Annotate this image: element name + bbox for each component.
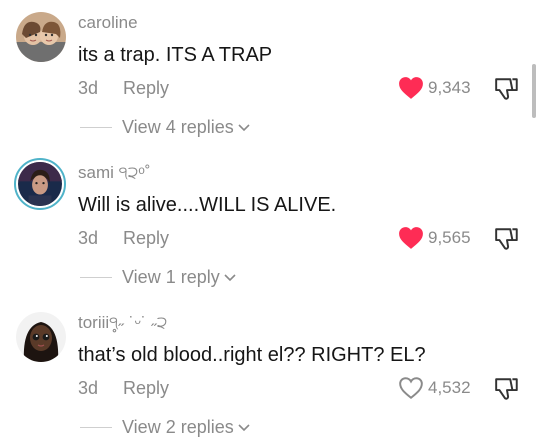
- heart-outline-icon: [399, 377, 423, 399]
- like-button[interactable]: 4,532: [398, 375, 486, 401]
- view-replies-button[interactable]: View 4 replies: [122, 117, 250, 138]
- comment-timestamp: 3d: [78, 78, 99, 98]
- reply-button[interactable]: Reply: [123, 228, 169, 249]
- view-replies-button[interactable]: View 1 reply: [122, 267, 236, 288]
- thumbs-down-icon: [495, 378, 518, 400]
- reply-button[interactable]: Reply: [123, 78, 169, 99]
- avatar[interactable]: [14, 158, 66, 210]
- dislike-button[interactable]: [494, 76, 520, 102]
- dislike-button[interactable]: [494, 226, 520, 252]
- like-count: 4,532: [428, 378, 471, 397]
- comment-text: that’s old blood..right el?? RIGHT? EL?: [78, 344, 426, 366]
- profile-photo-icon: [16, 12, 66, 62]
- chevron-down-icon: [224, 273, 236, 281]
- profile-photo-icon: [16, 312, 66, 362]
- divider: [80, 277, 112, 278]
- thumbs-down-icon: [495, 228, 518, 250]
- heart-filled-icon: [399, 77, 423, 99]
- profile-photo-icon: [18, 162, 62, 206]
- chevron-down-icon: [238, 423, 250, 431]
- view-replies-button[interactable]: View 2 replies: [122, 417, 250, 438]
- like-button[interactable]: 9,565: [398, 225, 486, 251]
- comment-timestamp: 3d: [78, 228, 99, 248]
- avatar[interactable]: [16, 12, 66, 62]
- comment-text: its a trap. ITS A TRAP: [78, 44, 273, 66]
- comment-timestamp: 3d: [78, 378, 99, 398]
- comment-username[interactable]: sami ੧੨ᵒ˚: [78, 163, 151, 183]
- view-replies-label: View 4 replies: [122, 117, 234, 137]
- view-replies-label: View 1 reply: [122, 267, 220, 287]
- divider: [80, 127, 112, 128]
- scrollbar[interactable]: [532, 64, 536, 118]
- comment-username[interactable]: caroline: [78, 13, 138, 33]
- view-replies-label: View 2 replies: [122, 417, 234, 437]
- like-count: 9,565: [428, 228, 471, 247]
- chevron-down-icon: [238, 123, 250, 131]
- like-count: 9,343: [428, 78, 471, 97]
- divider: [80, 427, 112, 428]
- reply-button[interactable]: Reply: [123, 378, 169, 399]
- heart-filled-icon: [399, 227, 423, 249]
- comment-text: Will is alive....WILL IS ALIVE.: [78, 194, 337, 216]
- like-button[interactable]: 9,343: [398, 75, 486, 101]
- thumbs-down-icon: [495, 78, 518, 100]
- comment-username[interactable]: toriii੧̥˶ ˙ᵕ˙ ˶੨: [78, 313, 167, 333]
- dislike-button[interactable]: [494, 376, 520, 402]
- avatar[interactable]: [16, 312, 66, 362]
